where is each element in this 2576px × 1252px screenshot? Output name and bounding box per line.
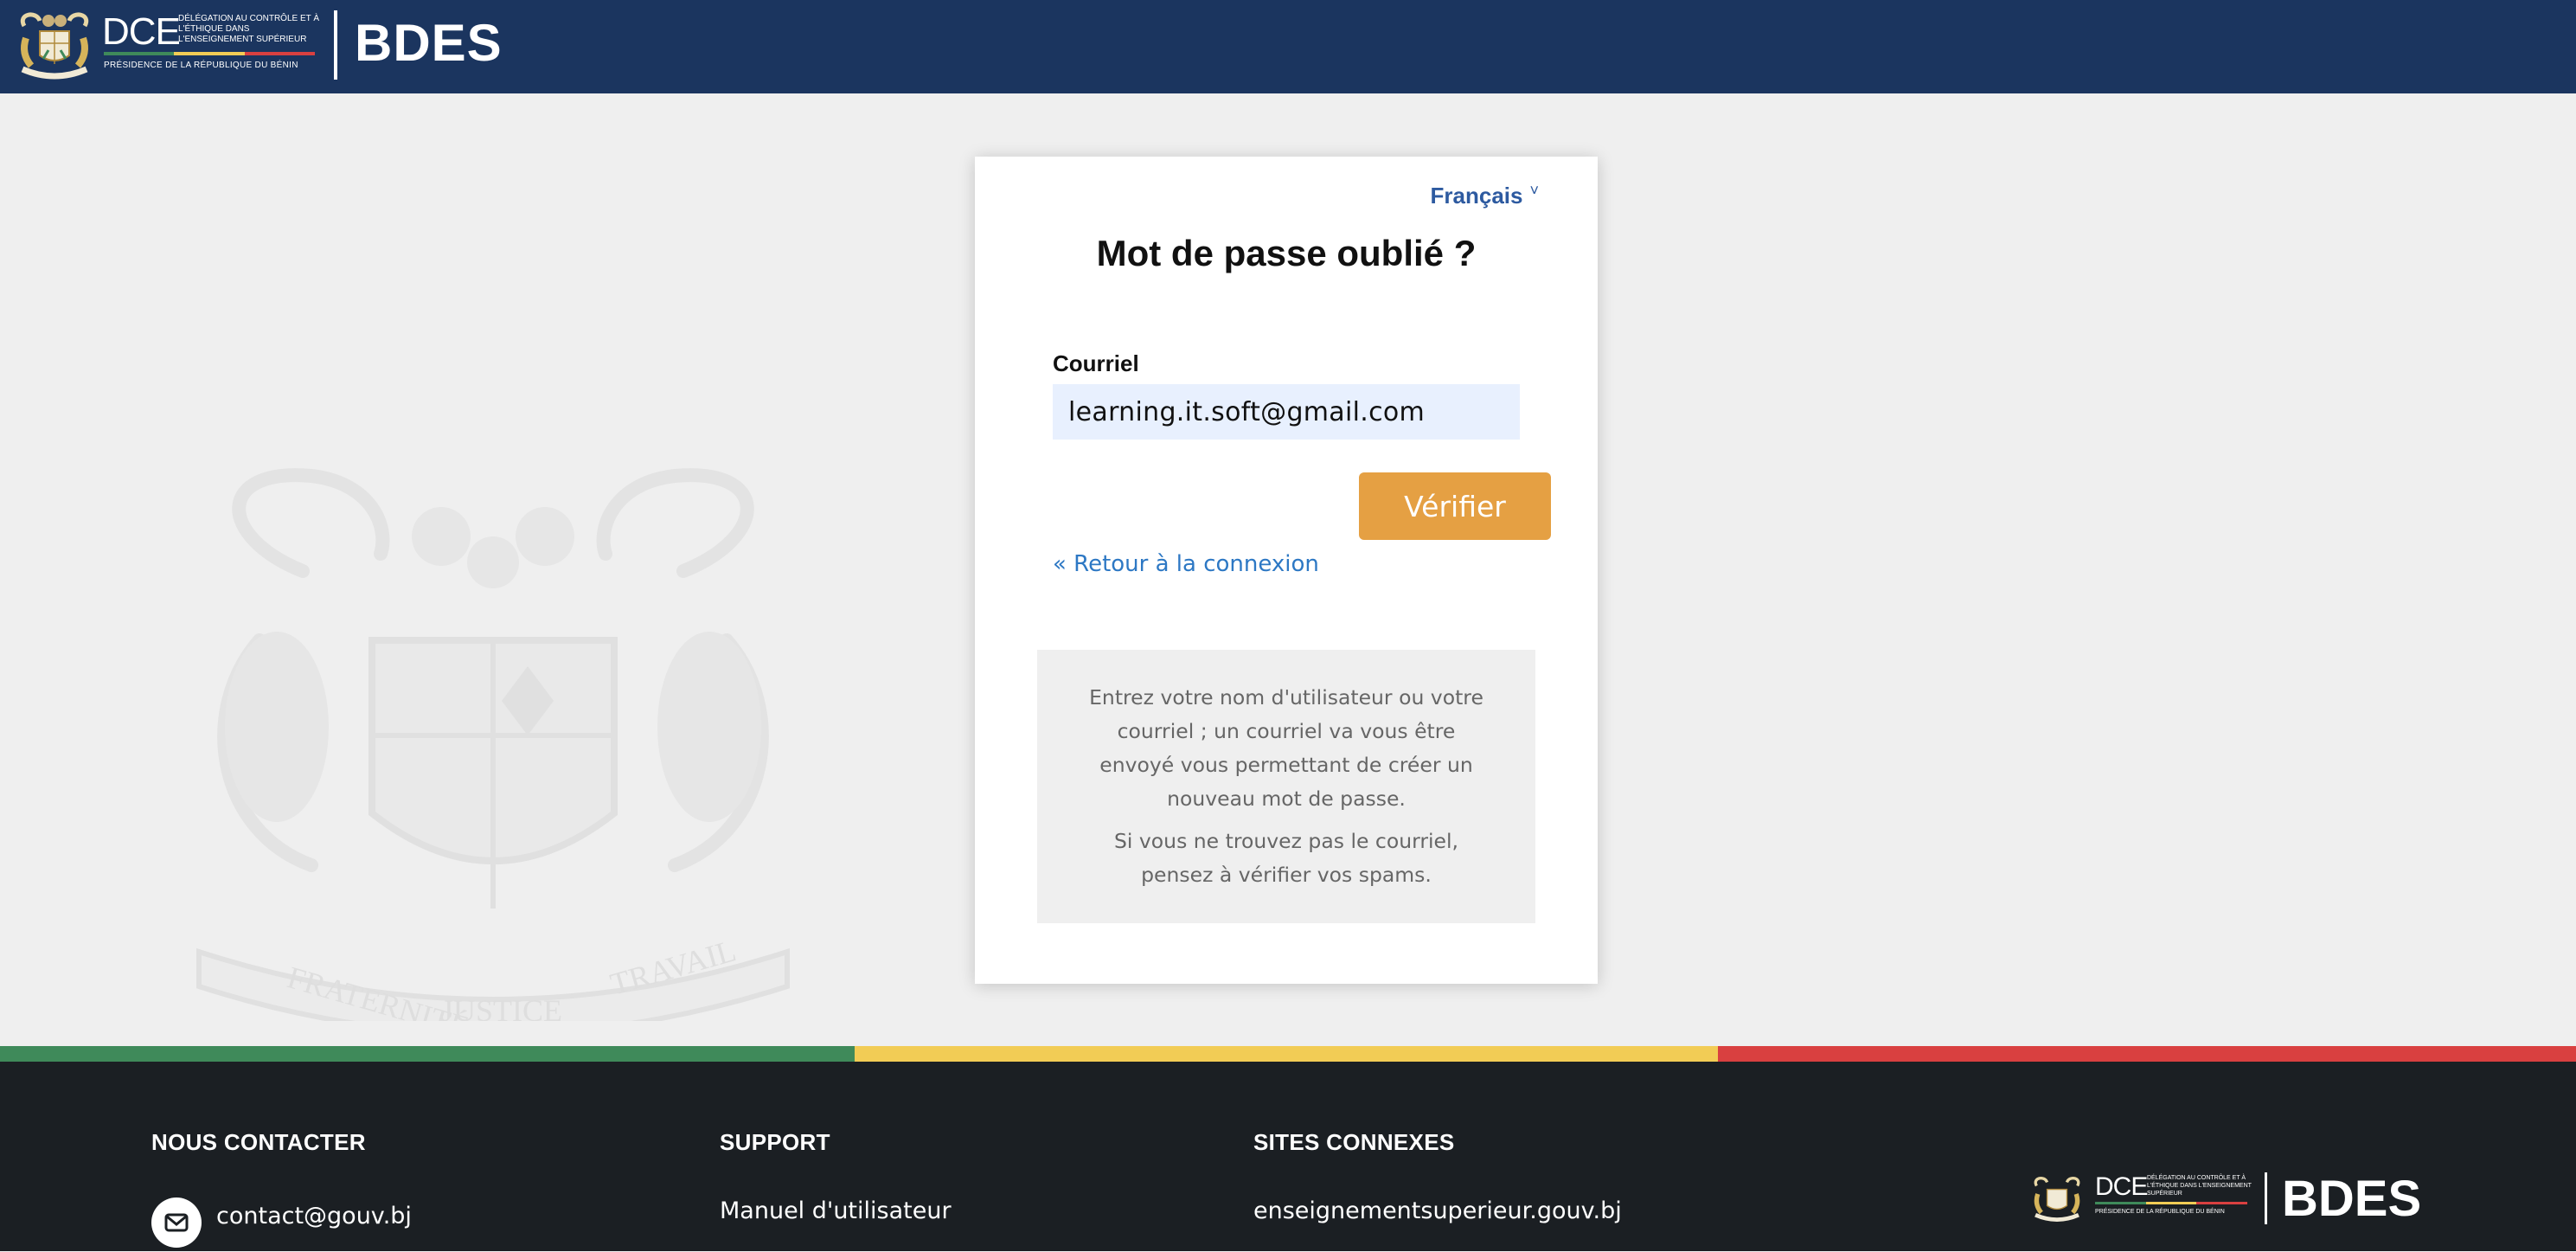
footer-dce-subtitle: Délégation au contrôle et à l'éthique da… xyxy=(2147,1175,2252,1197)
page-title: Mot de passe oublié ? xyxy=(1096,233,1477,273)
dce-letters: DCE xyxy=(102,10,181,53)
back-to-login-link[interactable]: « Retour à la connexion xyxy=(1053,551,1319,577)
top-header: DCE Délégation au contrôle et à l'éthiqu… xyxy=(0,0,2576,93)
footer-dce-letters: DCE xyxy=(2095,1172,2148,1201)
user-manual-link[interactable]: Manuel d'utilisateur xyxy=(720,1197,952,1224)
dce-subtitle: Délégation au contrôle et à l'éthique da… xyxy=(178,14,319,44)
tricolor-line xyxy=(2095,1202,2248,1204)
dce-logo: DCE Délégation au contrôle et à l'éthiqu… xyxy=(102,10,319,76)
info-message: Entrez votre nom d'utilisateur ou votre … xyxy=(1037,650,1535,923)
footer-presidency-text: Présidence de la République du Bénin xyxy=(2095,1209,2225,1215)
footer: NOUS CONTACTER contact@gouv.bj SUPPORT M… xyxy=(0,1062,2576,1251)
tricolor-line xyxy=(104,52,315,55)
verify-button[interactable]: Vérifier xyxy=(1359,472,1551,540)
footer-logo-divider xyxy=(2265,1172,2267,1224)
forgot-password-card: Français ˅ Mot de passe oublié ? Courrie… xyxy=(975,157,1598,984)
info-paragraph: Si vous ne trouvez pas le courriel, pens… xyxy=(1113,829,1458,887)
motto-word-2: JUSTICE xyxy=(441,993,562,1021)
footer-logo: DCE Délégation au contrôle et à l'éthiqu… xyxy=(2029,1169,2427,1235)
app-title[interactable]: BDES xyxy=(355,12,503,74)
chevron-down-icon: ˅ xyxy=(1529,182,1539,199)
presidency-text: Présidence de la République du Bénin xyxy=(104,61,298,70)
related-sites-heading: SITES CONNEXES xyxy=(1253,1129,1455,1155)
benin-coat-of-arms-icon xyxy=(20,12,89,80)
coat-of-arms-watermark-icon: FRATERNITÉ JUSTICE TRAVAIL xyxy=(196,468,790,1021)
flag-strip xyxy=(0,1046,2576,1062)
support-heading: SUPPORT xyxy=(720,1129,830,1155)
mail-icon xyxy=(151,1197,202,1248)
language-label: Français xyxy=(1430,183,1523,209)
header-divider xyxy=(334,10,337,80)
language-selector[interactable]: Français ˅ xyxy=(1430,182,1539,209)
contact-heading: NOUS CONTACTER xyxy=(151,1129,366,1155)
contact-email-link[interactable]: contact@gouv.bj xyxy=(216,1203,412,1230)
email-field[interactable] xyxy=(1053,384,1520,440)
motto-ribbon: FRATERNITÉ JUSTICE TRAVAIL xyxy=(196,933,790,1021)
info-paragraph: Entrez votre nom d'utilisateur ou votre … xyxy=(1089,685,1483,811)
footer-app-title: BDES xyxy=(2282,1171,2422,1227)
email-label: Courriel xyxy=(1053,350,1139,376)
benin-coat-of-arms-icon xyxy=(2034,1176,2080,1222)
related-site-link[interactable]: enseignementsuperieur.gouv.bj xyxy=(1253,1197,1622,1224)
